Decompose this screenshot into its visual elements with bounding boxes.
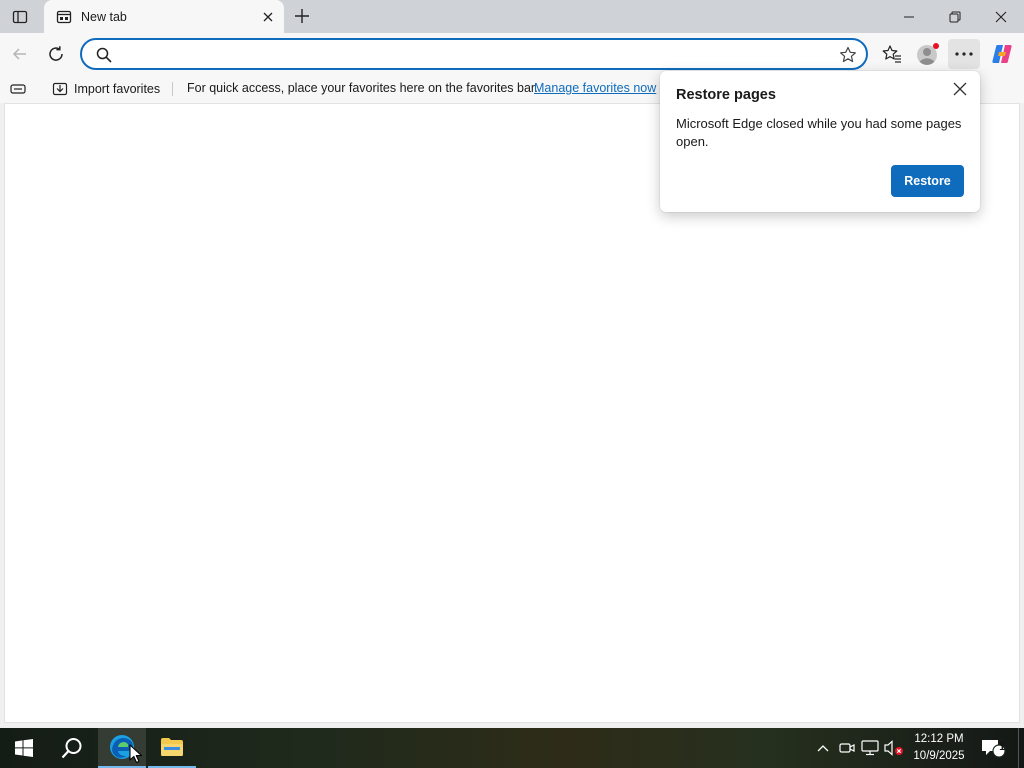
network-button[interactable] xyxy=(860,738,880,758)
restore-pages-popup: Restore pages Microsoft Edge closed whil… xyxy=(660,71,980,212)
chevron-up-icon xyxy=(817,745,829,752)
show-hidden-icons-button[interactable] xyxy=(813,738,833,758)
minimize-icon xyxy=(904,16,914,17)
more-horizontal-icon xyxy=(955,52,973,56)
new-tab-button[interactable] xyxy=(289,3,315,29)
back-button[interactable] xyxy=(4,39,36,69)
volume-muted-icon xyxy=(884,740,903,756)
profile-avatar-icon xyxy=(917,43,939,65)
profile-button[interactable] xyxy=(912,39,944,69)
plus-icon xyxy=(295,9,309,23)
meet-now-icon xyxy=(839,743,855,753)
tab-actions-icon xyxy=(12,10,28,24)
taskbar-clock[interactable]: 12:12 PM 10/9/2025 xyxy=(906,731,972,765)
add-favorite-button[interactable] xyxy=(836,43,860,67)
close-icon xyxy=(995,11,1007,22)
copilot-button[interactable] xyxy=(986,39,1018,69)
refresh-icon xyxy=(49,46,63,61)
keyboard-icon xyxy=(10,84,26,94)
notification-count: 1 xyxy=(999,742,1005,753)
restore-down-button[interactable] xyxy=(932,0,978,33)
newtab-icon xyxy=(56,9,72,25)
refresh-button[interactable] xyxy=(40,39,72,69)
show-desktop-button[interactable] xyxy=(1018,728,1024,768)
taskbar-search-button[interactable] xyxy=(48,728,96,768)
popup-title: Restore pages xyxy=(676,87,776,103)
address-input[interactable] xyxy=(124,43,824,65)
taskbar-file-explorer-button[interactable] xyxy=(148,728,196,768)
windows-logo-icon xyxy=(15,739,33,757)
window-close-button[interactable] xyxy=(978,0,1024,33)
import-icon xyxy=(52,81,68,97)
taskbar: 12:12 PM 10/9/2025 1 xyxy=(0,728,1024,768)
favorites-bar-message: For quick access, place your favorites h… xyxy=(187,81,538,95)
volume-button[interactable] xyxy=(884,738,904,758)
close-icon xyxy=(263,12,273,21)
star-icon xyxy=(840,46,856,63)
clock-time: 12:12 PM xyxy=(914,733,964,745)
tab-new-tab[interactable]: New tab xyxy=(44,0,284,33)
action-center-button[interactable]: 1 xyxy=(978,736,1008,760)
meet-now-button[interactable] xyxy=(837,738,857,758)
tab-close-button[interactable] xyxy=(256,5,280,29)
toolbar xyxy=(0,33,1024,75)
minimize-button[interactable] xyxy=(886,0,932,33)
tab-actions-button[interactable] xyxy=(4,3,36,31)
copilot-icon xyxy=(992,45,1012,63)
folder-icon xyxy=(161,738,183,756)
tab-title: New tab xyxy=(81,9,127,24)
popup-message: Microsoft Edge closed while you had some… xyxy=(676,116,962,149)
import-favorites-button[interactable]: Import favorites xyxy=(48,78,164,100)
search-icon xyxy=(61,738,82,759)
back-arrow-icon xyxy=(12,48,26,60)
popup-close-button[interactable] xyxy=(948,77,972,101)
address-bar[interactable] xyxy=(80,38,868,70)
close-icon xyxy=(953,82,967,96)
favorites-icon xyxy=(882,45,901,63)
import-favorites-label: Import favorites xyxy=(74,82,161,96)
manage-favorites-link[interactable]: Manage favorites now xyxy=(534,81,656,95)
search-icon xyxy=(96,47,112,63)
restore-button[interactable]: Restore xyxy=(891,165,964,197)
favorites-bar-divider xyxy=(172,82,173,96)
start-button[interactable] xyxy=(0,728,48,768)
restore-icon xyxy=(949,11,961,22)
favorites-button[interactable] xyxy=(876,39,908,69)
favorites-bar-toggle[interactable] xyxy=(8,80,28,98)
settings-and-more-button[interactable] xyxy=(948,39,980,69)
network-icon xyxy=(861,740,879,756)
clock-date: 10/9/2025 xyxy=(913,750,965,762)
title-bar: New tab xyxy=(0,0,1024,33)
mouse-cursor-icon xyxy=(129,744,143,764)
